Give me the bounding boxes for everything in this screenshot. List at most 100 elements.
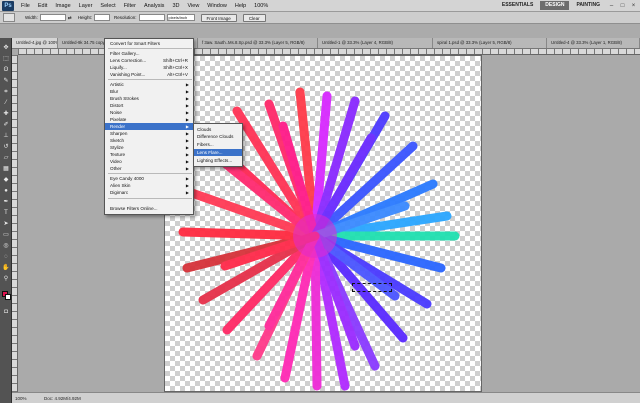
menu-item-blur[interactable]: Blur ▶ — [105, 88, 193, 95]
menu-item-label: Browse Filters Online... — [110, 206, 158, 211]
background-color-swatch[interactable] — [5, 294, 11, 300]
eraser-tool-icon[interactable]: ▱ — [2, 154, 10, 162]
3d-rotate-tool-icon[interactable]: ◎ — [2, 242, 10, 250]
move-tool-icon[interactable]: ✥ — [2, 44, 10, 52]
zoom-tool-icon[interactable]: ⚲ — [2, 275, 10, 283]
status-doc-size[interactable]: Doc: 4.92M/4.92M — [40, 396, 81, 401]
history-brush-tool-icon[interactable]: ↺ — [2, 143, 10, 151]
document-canvas[interactable] — [164, 55, 482, 392]
healing-brush-tool-icon[interactable]: ✚ — [2, 110, 10, 118]
dodge-tool-icon[interactable]: ● — [2, 187, 10, 195]
menu-3d[interactable]: 3D — [168, 3, 183, 9]
resolution-unit-select[interactable]: pixels/inch — [166, 14, 195, 21]
tab-document-4[interactable]: Untitled-1 @ 33.3% (Layer 4, RGB/8) — [318, 38, 433, 48]
workspace-design[interactable]: DESIGN — [540, 1, 570, 10]
menu-item-distort[interactable]: Distort ▶ — [105, 102, 193, 109]
height-field[interactable] — [94, 14, 111, 21]
menu-item-artistic[interactable]: Artistic ▶ — [105, 81, 193, 88]
menu-item-label: Brush Strokes — [110, 96, 139, 101]
menu-item-render[interactable]: Render ▶ — [105, 123, 193, 130]
menu-separator — [108, 198, 192, 199]
menu-item-video[interactable]: Video ▶ — [105, 158, 193, 165]
menu-item-brush-strokes[interactable]: Brush Strokes ▶ — [105, 95, 193, 102]
height-label: Height: — [77, 15, 93, 20]
photoshop-window: Ps File Edit Image Layer Select Filter A… — [0, 0, 640, 403]
crop-tool-preset-icon[interactable] — [3, 13, 15, 22]
menu-item-digimarc[interactable]: Digimarc ▶ — [105, 189, 193, 196]
menu-item-filter-gallery[interactable]: Filter Gallery... — [105, 50, 193, 57]
eyedropper-tool-icon[interactable]: ⁄ — [2, 99, 10, 107]
menu-item-label: Digimarc — [110, 190, 129, 195]
menu-item-eye-candy-4000[interactable]: Eye Candy 4000 ▶ — [105, 175, 193, 182]
menu-file[interactable]: File — [17, 3, 34, 9]
tab-document-3[interactable]: f 3aw. Sauth..Ms.8.Sp.psd @ 33.3% (Layer… — [198, 38, 318, 48]
menu-shortcut: Alt+Ctrl+V — [167, 72, 188, 77]
marquee-selection[interactable] — [352, 283, 392, 292]
submenu-item-lighting-effects[interactable]: Lighting Effects... — [194, 157, 242, 164]
menu-item-label: Stylize — [110, 145, 124, 150]
submenu-item-difference-clouds[interactable]: Difference Clouds — [194, 133, 242, 140]
zoom-level-select[interactable]: 100% — [250, 3, 272, 9]
workspace-painting[interactable]: PAINTING — [571, 1, 605, 10]
hand-tool-icon[interactable]: ✋ — [2, 264, 10, 272]
menu-help[interactable]: Help — [231, 3, 250, 9]
menu-analysis[interactable]: Analysis — [140, 3, 168, 9]
menu-item-liquify[interactable]: Liquify... Shift+Ctrl+X — [105, 64, 193, 71]
quick-mask-icon[interactable]: ◘ — [2, 308, 10, 316]
brush-tool-icon[interactable]: ✐ — [2, 121, 10, 129]
gradient-tool-icon[interactable]: ▦ — [2, 165, 10, 173]
menu-window[interactable]: Window — [203, 3, 231, 9]
menu-item-stylize[interactable]: Stylize ▶ — [105, 144, 193, 151]
menu-item-sketch[interactable]: Sketch ▶ — [105, 137, 193, 144]
front-image-button[interactable]: Front Image — [200, 13, 237, 22]
menu-filter[interactable]: Filter — [120, 3, 140, 9]
tab-untitled-4-jpg[interactable]: Untitled-4.jpg @ 100% (RGB/8) — [12, 38, 58, 48]
restore-icon[interactable]: □ — [618, 2, 627, 10]
minimize-icon[interactable]: – — [607, 2, 616, 10]
menu-view[interactable]: View — [183, 3, 203, 9]
menu-item-convert-smart-filters[interactable]: Convert for Smart Filters — [105, 40, 193, 47]
menu-layer[interactable]: Layer — [75, 3, 97, 9]
submenu-item-lens-flare[interactable]: Lens Flare... — [194, 149, 242, 156]
close-icon[interactable]: × — [629, 2, 638, 10]
menu-select[interactable]: Select — [96, 3, 119, 9]
shape-tool-icon[interactable]: ▭ — [2, 231, 10, 239]
quick-select-tool-icon[interactable]: ✎ — [2, 77, 10, 85]
workspace-essentials[interactable]: ESSENTIALS — [497, 1, 538, 10]
tab-spiral-1[interactable]: spiral 1.psd @ 33.3% (Layer 5, RGB/8) — [433, 38, 547, 48]
menu-item-label: Filter Gallery... — [110, 51, 140, 56]
submenu-arrow-icon: ▶ — [185, 89, 189, 94]
submenu-item-fibers[interactable]: Fibers... — [194, 141, 242, 148]
crop-tool-icon[interactable]: ⌗ — [2, 88, 10, 96]
menu-item-texture[interactable]: Texture ▶ — [105, 151, 193, 158]
menu-item-noise[interactable]: Noise ▶ — [105, 109, 193, 116]
menu-edit[interactable]: Edit — [34, 3, 51, 9]
lasso-tool-icon[interactable]: ʘ — [2, 66, 10, 74]
resolution-field[interactable] — [138, 14, 165, 21]
width-field[interactable] — [39, 14, 66, 21]
photoshop-logo: Ps — [2, 0, 14, 11]
menu-item-sharpen[interactable]: Sharpen ▶ — [105, 130, 193, 137]
menu-item-vanishing-point[interactable]: Vanishing Point... Alt+Ctrl+V — [105, 71, 193, 78]
marquee-tool-icon[interactable]: ⬚ — [2, 55, 10, 63]
path-selection-tool-icon[interactable]: ➤ — [2, 220, 10, 228]
menu-item-alien-skin[interactable]: Alien Skin ▶ — [105, 182, 193, 189]
clear-button[interactable]: Clear — [242, 13, 266, 22]
type-tool-icon[interactable]: T — [2, 209, 10, 217]
blur-tool-icon[interactable]: ◆ — [2, 176, 10, 184]
clone-stamp-tool-icon[interactable]: ⊥ — [2, 132, 10, 140]
swap-icon[interactable]: ⇄ — [66, 15, 74, 21]
3d-camera-tool-icon[interactable]: ◌ — [2, 253, 10, 261]
menu-item-other[interactable]: Other ▶ — [105, 165, 193, 172]
submenu-arrow-icon: ▶ — [185, 96, 189, 101]
menu-item-pixelate[interactable]: Pixelate ▶ — [105, 116, 193, 123]
pen-tool-icon[interactable]: ✒ — [2, 198, 10, 206]
menu-item-label: Sketch — [110, 138, 125, 143]
menu-item-lens-correction[interactable]: Lens Correction... Shift+Ctrl+R — [105, 57, 193, 64]
menu-image[interactable]: Image — [51, 3, 74, 9]
status-zoom[interactable]: 100% — [12, 396, 40, 401]
submenu-item-clouds[interactable]: Clouds — [194, 126, 242, 133]
tab-untitled-4[interactable]: Untitled-4 @ 33.3% (Layer 1, RGB/8) — [547, 38, 640, 48]
width-label: Width: — [25, 15, 38, 20]
menu-item-browse-filters-online[interactable]: Browse Filters Online... — [105, 205, 193, 212]
